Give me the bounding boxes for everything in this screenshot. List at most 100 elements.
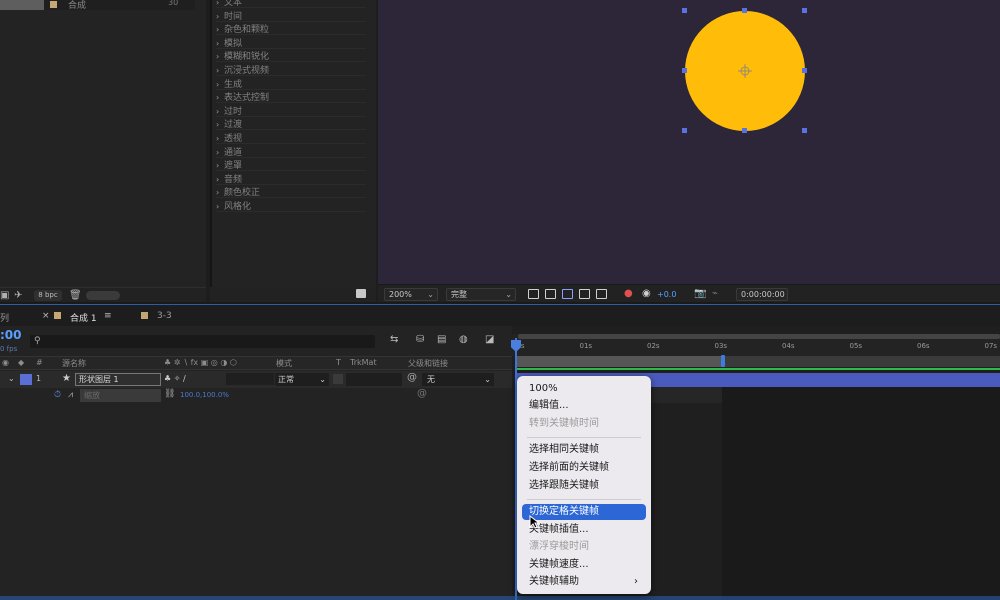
effect-category-item[interactable]: › 音频 <box>216 172 366 185</box>
composition-viewer[interactable] <box>378 0 1000 284</box>
time-ruler[interactable]: 00s01s02s03s04s05s06s07s <box>512 334 1000 356</box>
effect-category-item[interactable]: › 时间 <box>216 9 366 22</box>
mask-visibility-icon[interactable] <box>562 289 573 299</box>
preserve-transparency-toggle[interactable] <box>333 374 343 384</box>
menu-item[interactable]: 切换定格关键帧 <box>522 504 646 520</box>
column-trkmat[interactable]: TrkMat <box>350 358 377 367</box>
handle-bottom-left[interactable] <box>682 128 687 133</box>
effect-category-item[interactable]: › 杂色和颗粒 <box>216 22 366 36</box>
layer-row[interactable]: ⌄ 1 ★ 形状图层 1 ♣ ✧ ∕ 正常 ⌄ @ 无 ⌄ <box>0 371 512 388</box>
shy-layers-icon[interactable]: ▤ <box>437 334 446 345</box>
handle-bottom[interactable] <box>742 128 747 133</box>
fast-previews-icon[interactable] <box>528 289 539 299</box>
interpret-footage-icon[interactable]: ▣ <box>0 290 9 301</box>
property-row-scale[interactable]: ⏱ ⩘ 缩放 ⛓ 100.0,100.0% @ <box>0 388 512 404</box>
current-time-field[interactable]: 0:00:00:00 <box>736 288 788 301</box>
menu-item[interactable]: 关键帧辅助 › <box>522 574 646 590</box>
snapshot-icon[interactable]: 📷 <box>694 288 706 299</box>
label-icon[interactable]: ◆ <box>18 358 24 367</box>
handle-left[interactable] <box>682 68 687 73</box>
effect-category-item[interactable]: › 沉浸式视频 <box>216 63 366 76</box>
effect-category-item[interactable]: › 过时 <box>216 104 366 117</box>
menu-item[interactable]: 选择跟随关键帧 <box>522 478 646 494</box>
layer-name-field[interactable]: 形状图层 1 <box>75 373 161 386</box>
handle-bottom-right[interactable] <box>802 128 807 133</box>
resolution-dropdown[interactable]: 完整 ⌄ <box>446 288 516 301</box>
effect-category-item[interactable]: › 生成 <box>216 77 366 90</box>
property-value[interactable]: 100.0,100.0% <box>180 391 229 399</box>
project-item-row[interactable]: 合成 30 <box>0 0 195 11</box>
chevron-right-icon: › <box>216 134 220 143</box>
work-area-end-handle[interactable] <box>721 355 725 367</box>
exposure-value[interactable]: +0.0 <box>657 290 676 299</box>
trkmat-dropdown[interactable] <box>346 373 402 386</box>
eye-icon[interactable]: ◉ <box>2 358 9 367</box>
motion-blur-icon[interactable]: ◍ <box>459 334 468 345</box>
menu-item[interactable]: 编辑值... <box>522 398 646 414</box>
graph-icon[interactable]: ⩘ <box>68 390 73 400</box>
mouse-cursor-icon <box>529 515 539 529</box>
effect-category-item[interactable]: › 表达式控制 <box>216 90 366 104</box>
region-of-interest-icon[interactable] <box>579 289 590 299</box>
effect-category-item[interactable]: › 通道 <box>216 145 366 158</box>
color-management-icon[interactable]: ◉ <box>642 288 651 299</box>
menu-item-label: 转到关键帧时间 <box>529 418 599 429</box>
column-source-name[interactable]: 源名称 <box>62 358 86 369</box>
effect-category-item[interactable]: › 透视 <box>216 131 366 144</box>
menu-item[interactable]: 选择相同关键帧 <box>522 442 646 458</box>
layer-switch-slots[interactable] <box>226 373 274 385</box>
close-icon[interactable]: × <box>42 311 50 321</box>
blend-mode-dropdown[interactable]: 正常 ⌄ <box>275 373 329 386</box>
show-snapshot-icon[interactable]: ⌁ <box>712 288 718 299</box>
layer-switches[interactable]: ♣ ✧ ∕ <box>164 374 186 383</box>
property-name[interactable]: 缩放 <box>80 389 161 402</box>
parent-dropdown[interactable]: 无 ⌄ <box>422 373 494 386</box>
effect-category-item[interactable]: › 风格化 <box>216 199 366 212</box>
constrain-proportions-icon[interactable]: ⛓ <box>164 389 175 399</box>
column-mode[interactable]: 模式 <box>276 358 292 369</box>
draft-3d-icon[interactable]: ⛁ <box>416 334 424 345</box>
expand-chevron-icon[interactable]: ⌄ <box>8 374 15 383</box>
grid-guides-icon[interactable] <box>596 289 607 299</box>
layer-label-color[interactable] <box>20 374 32 385</box>
effect-category-item[interactable]: › 文本 <box>216 0 366 8</box>
panel-menu-icon[interactable]: ≡ <box>104 311 112 321</box>
handle-top-right[interactable] <box>802 8 807 13</box>
handle-top[interactable] <box>742 8 747 13</box>
time-navigator[interactable] <box>518 334 1000 339</box>
current-time-display[interactable]: :00 <box>0 328 22 342</box>
layer-search-input[interactable]: ⚲ <box>30 335 375 348</box>
tab-comp-1[interactable]: 合成 1 <box>70 311 97 324</box>
tab-render-queue[interactable]: 列 <box>0 311 9 324</box>
menu-item[interactable]: 关键帧插值... <box>522 522 646 538</box>
app-window: 合成 30 ▣ ✈ 8 bpc 🗑 › 文本 › 时间 › 杂色和颗粒 › 模拟 › 模糊和锐化 ›… <box>0 0 1000 600</box>
label-color-swatch[interactable] <box>50 1 57 8</box>
handle-right[interactable] <box>802 68 807 73</box>
effect-category-item[interactable]: › 过渡 <box>216 117 366 131</box>
tab-3-3[interactable]: 3-3 <box>157 311 172 321</box>
menu-item[interactable]: 关键帧速度... <box>522 557 646 573</box>
render-queue-icon[interactable]: ✈ <box>14 290 22 301</box>
menu-item[interactable]: 100% <box>522 381 646 397</box>
work-area-bar[interactable] <box>516 356 724 367</box>
effect-category-label: 模糊和锐化 <box>224 52 270 63</box>
trash-icon[interactable]: 🗑 <box>69 290 82 301</box>
effect-category-item[interactable]: › 模拟 <box>216 36 366 49</box>
new-folder-icon[interactable] <box>356 289 366 298</box>
thumbnail-size-slider[interactable] <box>86 291 120 300</box>
color-channels-icon[interactable]: ● <box>624 288 633 299</box>
graph-editor-icon[interactable]: ◪ <box>485 334 494 345</box>
effect-category-item[interactable]: › 模糊和锐化 <box>216 49 366 63</box>
composition-mini-flowchart-icon[interactable]: ⇆ <box>390 334 398 345</box>
menu-item[interactable]: 选择前面的关键帧 <box>522 460 646 476</box>
zoom-dropdown[interactable]: 200% ⌄ <box>384 288 438 301</box>
expression-pick-whip-icon[interactable]: @ <box>417 388 427 399</box>
transparency-grid-icon[interactable] <box>545 289 556 299</box>
effect-category-item[interactable]: › 遮罩 <box>216 158 366 172</box>
pick-whip-icon[interactable]: @ <box>407 372 417 383</box>
handle-top-left[interactable] <box>682 8 687 13</box>
column-parent[interactable]: 父级和链接 <box>408 358 448 369</box>
bit-depth-button[interactable]: 8 bpc <box>34 290 62 301</box>
effect-category-item[interactable]: › 颜色校正 <box>216 185 366 199</box>
stopwatch-icon[interactable]: ⏱ <box>54 390 61 400</box>
